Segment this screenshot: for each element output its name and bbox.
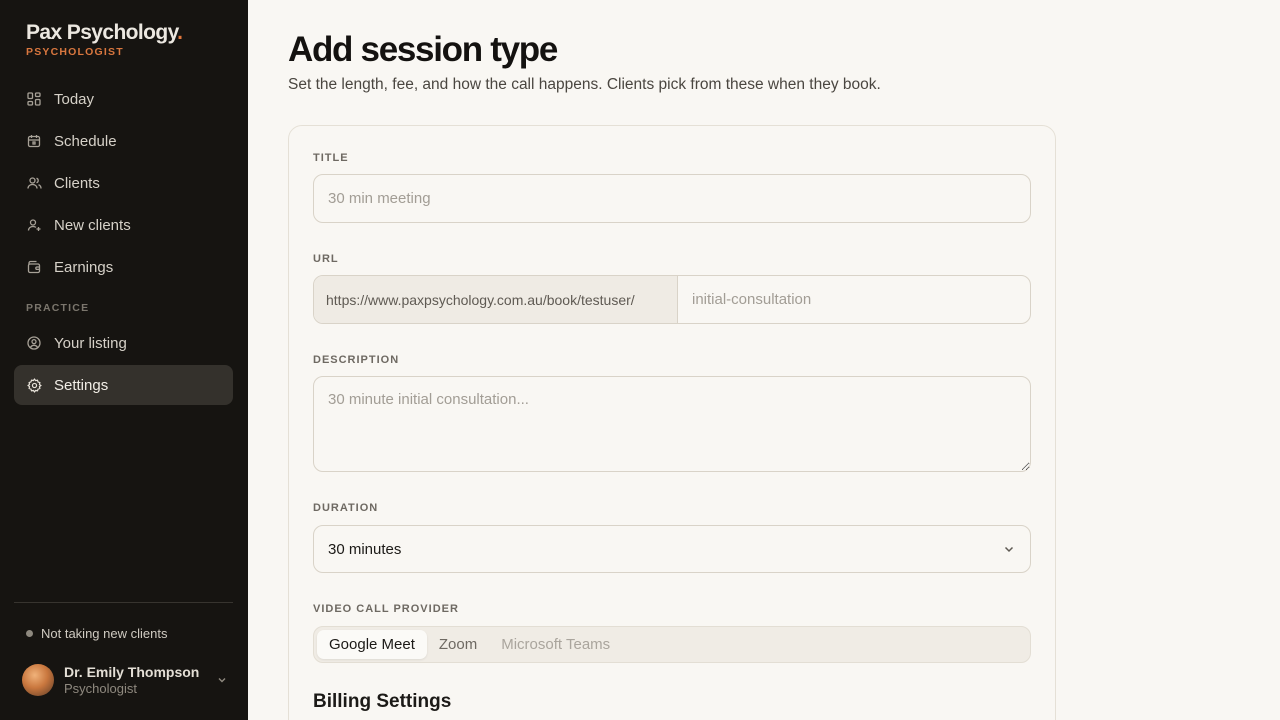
- status-label: Not taking new clients: [41, 626, 168, 641]
- chevron-down-icon[interactable]: [214, 672, 230, 688]
- video-provider-label: VIDEO CALL PROVIDER: [313, 603, 459, 615]
- chevron-down-icon: [1002, 542, 1016, 556]
- status-dot: [26, 630, 33, 637]
- gear-icon: [26, 377, 42, 393]
- provider-option-zoom[interactable]: Zoom: [427, 630, 489, 659]
- sidebar-item-settings[interactable]: Settings: [14, 365, 233, 405]
- sidebar-item-label: Settings: [54, 376, 109, 394]
- sidebar-item-label: Clients: [54, 174, 100, 192]
- user-role: Psychologist: [64, 681, 137, 696]
- user-plus-icon: [26, 217, 42, 233]
- user-menu[interactable]: Dr. Emily Thompson Psychologist: [22, 662, 230, 698]
- sidebar-item-today[interactable]: Today: [14, 79, 233, 119]
- duration-value: 30 minutes: [328, 540, 402, 558]
- brand-name: Pax Psychology.: [26, 21, 183, 44]
- sidebar-item-earnings[interactable]: Earnings: [14, 247, 233, 287]
- brand-logo[interactable]: Pax Psychology. PSYCHOLOGIST: [26, 20, 183, 58]
- duration-label: DURATION: [313, 502, 379, 514]
- sidebar-item-your-listing[interactable]: Your listing: [14, 323, 233, 363]
- brand-role: PSYCHOLOGIST: [26, 46, 124, 58]
- url-prefix: https://www.paxpsychology.com.au/book/te…: [314, 276, 678, 323]
- grid-icon: [26, 91, 42, 107]
- page-title: Add session type: [288, 30, 558, 69]
- brand-dot: .: [177, 21, 183, 44]
- provider-option-google-meet[interactable]: Google Meet: [317, 630, 427, 659]
- title-input[interactable]: [313, 174, 1031, 223]
- video-provider-selector: Google Meet Zoom Microsoft Teams: [313, 626, 1031, 663]
- billing-settings-heading: Billing Settings: [313, 691, 452, 712]
- url-slug-input[interactable]: [678, 276, 1030, 323]
- calendar-icon: [26, 133, 42, 149]
- sidebar-item-label: New clients: [54, 216, 131, 234]
- sidebar-nav: Today Schedule Clients New clients Earni…: [14, 79, 233, 407]
- sidebar-item-label: Your listing: [54, 334, 127, 352]
- description-label: DESCRIPTION: [313, 354, 400, 366]
- sidebar-item-schedule[interactable]: Schedule: [14, 121, 233, 161]
- sidebar-item-label: Earnings: [54, 258, 114, 276]
- user-info: Dr. Emily Thompson Psychologist: [64, 663, 199, 697]
- section-label-practice: PRACTICE: [26, 302, 90, 314]
- sidebar-item-clients[interactable]: Clients: [14, 163, 233, 203]
- sidebar: Pax Psychology. PSYCHOLOGIST Today Sched…: [0, 0, 248, 720]
- avatar: [22, 664, 54, 696]
- title-label: TITLE: [313, 152, 349, 164]
- url-field: https://www.paxpsychology.com.au/book/te…: [313, 275, 1031, 324]
- sidebar-item-label: Today: [54, 90, 95, 108]
- sidebar-divider: [14, 602, 233, 603]
- sidebar-item-new-clients[interactable]: New clients: [14, 205, 233, 245]
- wallet-icon: [26, 259, 42, 275]
- availability-status[interactable]: Not taking new clients: [26, 626, 167, 641]
- provider-option-microsoft-teams[interactable]: Microsoft Teams: [489, 630, 622, 659]
- users-icon: [26, 175, 42, 191]
- url-label: URL: [313, 253, 339, 265]
- user-name: Dr. Emily Thompson: [64, 664, 200, 680]
- duration-select[interactable]: 30 minutes: [313, 525, 1031, 573]
- user-circle-icon: [26, 335, 42, 351]
- sidebar-item-label: Schedule: [54, 132, 117, 150]
- page-subtitle: Set the length, fee, and how the call ha…: [288, 76, 881, 93]
- description-textarea[interactable]: [313, 376, 1031, 472]
